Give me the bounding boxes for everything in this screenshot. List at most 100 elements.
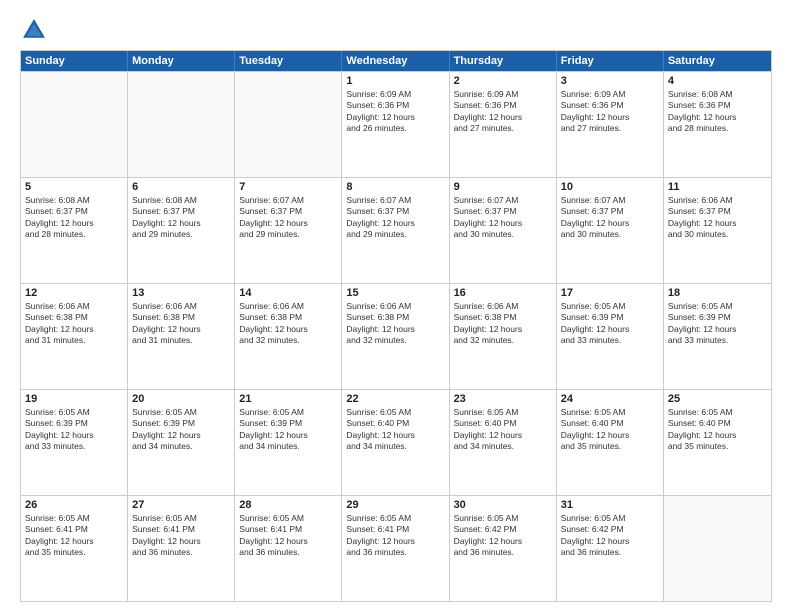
calendar-cell: 8 Sunrise: 6:07 AM Sunset: 6:37 PM Daylig… bbox=[342, 178, 449, 283]
calendar-cell: 19 Sunrise: 6:05 AM Sunset: 6:39 PM Dayli… bbox=[21, 390, 128, 495]
calendar-cell bbox=[128, 72, 235, 177]
calendar-cell: 9 Sunrise: 6:07 AM Sunset: 6:37 PM Daylig… bbox=[450, 178, 557, 283]
day-number: 18 bbox=[668, 287, 767, 299]
day-number: 15 bbox=[346, 287, 444, 299]
cell-info: Sunrise: 6:05 AM Sunset: 6:41 PM Dayligh… bbox=[239, 513, 337, 559]
day-number: 11 bbox=[668, 181, 767, 193]
cell-info: Sunrise: 6:05 AM Sunset: 6:39 PM Dayligh… bbox=[239, 407, 337, 453]
cell-info: Sunrise: 6:06 AM Sunset: 6:38 PM Dayligh… bbox=[132, 301, 230, 347]
cell-info: Sunrise: 6:09 AM Sunset: 6:36 PM Dayligh… bbox=[561, 89, 659, 135]
cell-info: Sunrise: 6:08 AM Sunset: 6:36 PM Dayligh… bbox=[668, 89, 767, 135]
calendar-cell: 10Sunrise: 6:07 AM Sunset: 6:37 PM Dayli… bbox=[557, 178, 664, 283]
cell-info: Sunrise: 6:07 AM Sunset: 6:37 PM Dayligh… bbox=[454, 195, 552, 241]
cell-info: Sunrise: 6:05 AM Sunset: 6:42 PM Dayligh… bbox=[561, 513, 659, 559]
calendar-cell: 18 Sunrise: 6:05 AM Sunset: 6:39 PM Dayli… bbox=[664, 284, 771, 389]
cell-info: Sunrise: 6:05 AM Sunset: 6:41 PM Dayligh… bbox=[132, 513, 230, 559]
calendar-cell: 26Sunrise: 6:05 AM Sunset: 6:41 PM Dayli… bbox=[21, 496, 128, 601]
calendar-cell: 16 Sunrise: 6:06 AM Sunset: 6:38 PM Dayli… bbox=[450, 284, 557, 389]
day-number: 5 bbox=[25, 181, 123, 193]
cell-info: Sunrise: 6:06 AM Sunset: 6:38 PM Dayligh… bbox=[239, 301, 337, 347]
day-number: 25 bbox=[668, 393, 767, 405]
cell-info: Sunrise: 6:05 AM Sunset: 6:40 PM Dayligh… bbox=[454, 407, 552, 453]
cell-info: Sunrise: 6:09 AM Sunset: 6:36 PM Dayligh… bbox=[346, 89, 444, 135]
weekday-header: Sunday bbox=[21, 51, 128, 71]
cell-info: Sunrise: 6:05 AM Sunset: 6:42 PM Dayligh… bbox=[454, 513, 552, 559]
day-number: 6 bbox=[132, 181, 230, 193]
weekday-header: Saturday bbox=[664, 51, 771, 71]
cell-info: Sunrise: 6:07 AM Sunset: 6:37 PM Dayligh… bbox=[561, 195, 659, 241]
calendar-cell: 2 Sunrise: 6:09 AM Sunset: 6:36 PM Daylig… bbox=[450, 72, 557, 177]
cell-info: Sunrise: 6:07 AM Sunset: 6:37 PM Dayligh… bbox=[346, 195, 444, 241]
calendar: SundayMondayTuesdayWednesdayThursdayFrid… bbox=[20, 50, 772, 602]
calendar-cell bbox=[664, 496, 771, 601]
day-number: 7 bbox=[239, 181, 337, 193]
calendar-cell: 14 Sunrise: 6:06 AM Sunset: 6:38 PM Dayli… bbox=[235, 284, 342, 389]
cell-info: Sunrise: 6:05 AM Sunset: 6:41 PM Dayligh… bbox=[346, 513, 444, 559]
logo bbox=[20, 16, 52, 44]
calendar-header: SundayMondayTuesdayWednesdayThursdayFrid… bbox=[21, 51, 771, 71]
calendar-cell: 31 Sunrise: 6:05 AM Sunset: 6:42 PM Dayli… bbox=[557, 496, 664, 601]
calendar-cell: 1 Sunrise: 6:09 AM Sunset: 6:36 PM Daylig… bbox=[342, 72, 449, 177]
calendar-body: 1 Sunrise: 6:09 AM Sunset: 6:36 PM Daylig… bbox=[21, 71, 771, 601]
day-number: 1 bbox=[346, 75, 444, 87]
cell-info: Sunrise: 6:07 AM Sunset: 6:37 PM Dayligh… bbox=[239, 195, 337, 241]
calendar-cell: 30Sunrise: 6:05 AM Sunset: 6:42 PM Dayli… bbox=[450, 496, 557, 601]
day-number: 31 bbox=[561, 499, 659, 511]
calendar-cell: 7 Sunrise: 6:07 AM Sunset: 6:37 PM Daylig… bbox=[235, 178, 342, 283]
calendar-cell: 20Sunrise: 6:05 AM Sunset: 6:39 PM Dayli… bbox=[128, 390, 235, 495]
cell-info: Sunrise: 6:06 AM Sunset: 6:38 PM Dayligh… bbox=[454, 301, 552, 347]
weekday-header: Monday bbox=[128, 51, 235, 71]
calendar-cell: 27 Sunrise: 6:05 AM Sunset: 6:41 PM Dayli… bbox=[128, 496, 235, 601]
calendar-cell: 5 Sunrise: 6:08 AM Sunset: 6:37 PM Daylig… bbox=[21, 178, 128, 283]
cell-info: Sunrise: 6:05 AM Sunset: 6:40 PM Dayligh… bbox=[561, 407, 659, 453]
calendar-cell: 4 Sunrise: 6:08 AM Sunset: 6:36 PM Daylig… bbox=[664, 72, 771, 177]
day-number: 19 bbox=[25, 393, 123, 405]
cell-info: Sunrise: 6:06 AM Sunset: 6:38 PM Dayligh… bbox=[346, 301, 444, 347]
day-number: 12 bbox=[25, 287, 123, 299]
cell-info: Sunrise: 6:08 AM Sunset: 6:37 PM Dayligh… bbox=[132, 195, 230, 241]
day-number: 8 bbox=[346, 181, 444, 193]
day-number: 24 bbox=[561, 393, 659, 405]
cell-info: Sunrise: 6:05 AM Sunset: 6:39 PM Dayligh… bbox=[132, 407, 230, 453]
cell-info: Sunrise: 6:05 AM Sunset: 6:40 PM Dayligh… bbox=[668, 407, 767, 453]
cell-info: Sunrise: 6:05 AM Sunset: 6:39 PM Dayligh… bbox=[561, 301, 659, 347]
day-number: 27 bbox=[132, 499, 230, 511]
cell-info: Sunrise: 6:05 AM Sunset: 6:40 PM Dayligh… bbox=[346, 407, 444, 453]
calendar-cell: 24 Sunrise: 6:05 AM Sunset: 6:40 PM Dayli… bbox=[557, 390, 664, 495]
calendar-cell: 28Sunrise: 6:05 AM Sunset: 6:41 PM Dayli… bbox=[235, 496, 342, 601]
calendar-cell: 17Sunrise: 6:05 AM Sunset: 6:39 PM Dayli… bbox=[557, 284, 664, 389]
calendar-cell: 15 Sunrise: 6:06 AM Sunset: 6:38 PM Dayli… bbox=[342, 284, 449, 389]
logo-icon bbox=[20, 16, 48, 44]
cell-info: Sunrise: 6:09 AM Sunset: 6:36 PM Dayligh… bbox=[454, 89, 552, 135]
day-number: 9 bbox=[454, 181, 552, 193]
weekday-header: Wednesday bbox=[342, 51, 449, 71]
calendar-cell: 25 Sunrise: 6:05 AM Sunset: 6:40 PM Dayli… bbox=[664, 390, 771, 495]
calendar-row: 26Sunrise: 6:05 AM Sunset: 6:41 PM Dayli… bbox=[21, 495, 771, 601]
calendar-row: 12 Sunrise: 6:06 AM Sunset: 6:38 PM Dayli… bbox=[21, 283, 771, 389]
cell-info: Sunrise: 6:06 AM Sunset: 6:38 PM Dayligh… bbox=[25, 301, 123, 347]
calendar-cell: 22Sunrise: 6:05 AM Sunset: 6:40 PM Dayli… bbox=[342, 390, 449, 495]
cell-info: Sunrise: 6:08 AM Sunset: 6:37 PM Dayligh… bbox=[25, 195, 123, 241]
calendar-cell bbox=[21, 72, 128, 177]
day-number: 3 bbox=[561, 75, 659, 87]
calendar-cell: 3 Sunrise: 6:09 AM Sunset: 6:36 PM Daylig… bbox=[557, 72, 664, 177]
weekday-header: Thursday bbox=[450, 51, 557, 71]
day-number: 4 bbox=[668, 75, 767, 87]
day-number: 14 bbox=[239, 287, 337, 299]
cell-info: Sunrise: 6:05 AM Sunset: 6:39 PM Dayligh… bbox=[25, 407, 123, 453]
weekday-header: Friday bbox=[557, 51, 664, 71]
calendar-cell: 6 Sunrise: 6:08 AM Sunset: 6:37 PM Daylig… bbox=[128, 178, 235, 283]
cell-info: Sunrise: 6:05 AM Sunset: 6:41 PM Dayligh… bbox=[25, 513, 123, 559]
cell-info: Sunrise: 6:06 AM Sunset: 6:37 PM Dayligh… bbox=[668, 195, 767, 241]
calendar-cell: 12 Sunrise: 6:06 AM Sunset: 6:38 PM Dayli… bbox=[21, 284, 128, 389]
calendar-cell: 23Sunrise: 6:05 AM Sunset: 6:40 PM Dayli… bbox=[450, 390, 557, 495]
calendar-cell: 11 Sunrise: 6:06 AM Sunset: 6:37 PM Dayli… bbox=[664, 178, 771, 283]
day-number: 2 bbox=[454, 75, 552, 87]
weekday-header: Tuesday bbox=[235, 51, 342, 71]
calendar-cell: 21Sunrise: 6:05 AM Sunset: 6:39 PM Dayli… bbox=[235, 390, 342, 495]
day-number: 16 bbox=[454, 287, 552, 299]
calendar-cell bbox=[235, 72, 342, 177]
cell-info: Sunrise: 6:05 AM Sunset: 6:39 PM Dayligh… bbox=[668, 301, 767, 347]
day-number: 29 bbox=[346, 499, 444, 511]
calendar-row: 1 Sunrise: 6:09 AM Sunset: 6:36 PM Daylig… bbox=[21, 71, 771, 177]
